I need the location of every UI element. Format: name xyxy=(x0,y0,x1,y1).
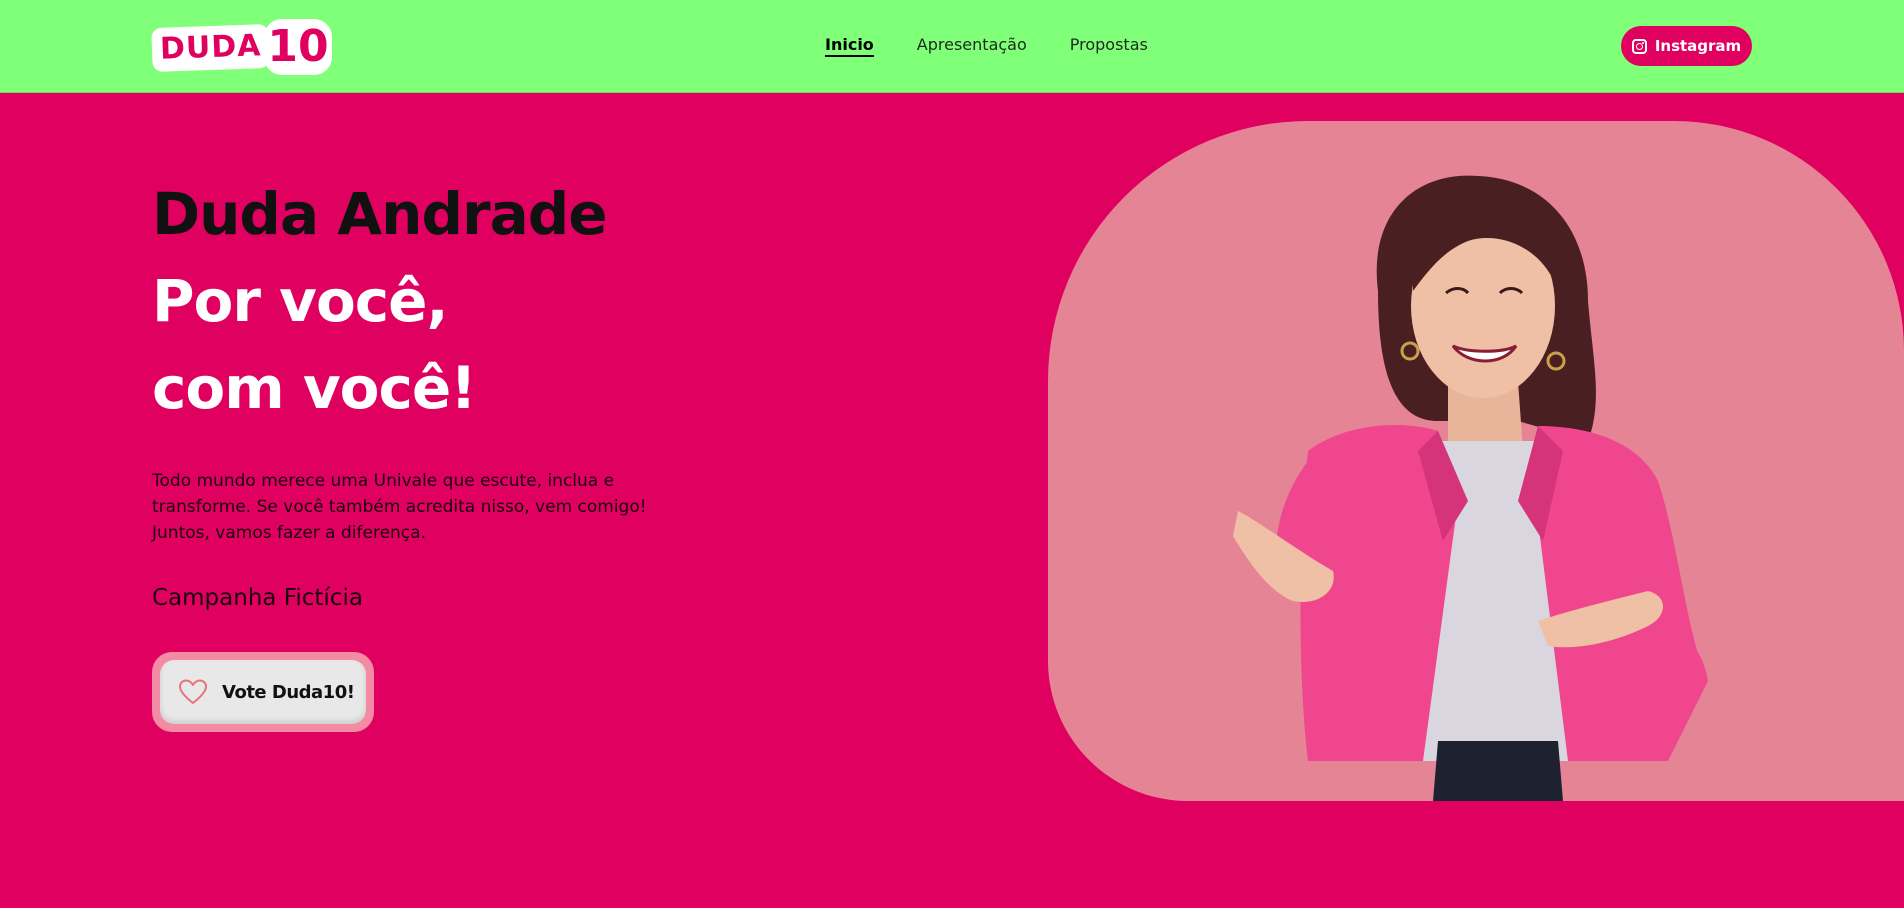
hero-description: Todo mundo merece uma Univale que escute… xyxy=(152,471,647,543)
candidate-name: Duda Andrade xyxy=(152,180,608,248)
logo[interactable]: DUDA 10 xyxy=(151,19,332,75)
vote-button[interactable]: Vote Duda10! xyxy=(152,652,374,732)
main-nav: Inicio Apresentação Propostas xyxy=(825,35,1191,57)
nav-item-inicio[interactable]: Inicio xyxy=(825,35,874,57)
candidate-photo-panel xyxy=(1048,121,1904,801)
instagram-icon xyxy=(1631,38,1647,54)
nav-item-apresentacao[interactable]: Apresentação xyxy=(917,35,1027,57)
instagram-button[interactable]: Instagram xyxy=(1621,26,1752,66)
logo-number: 10 xyxy=(264,19,332,75)
heart-icon xyxy=(179,679,207,704)
slogan-line-2: com você! xyxy=(152,354,477,422)
nav-item-propostas[interactable]: Propostas xyxy=(1070,35,1148,57)
logo-text: DUDA xyxy=(151,23,271,73)
vote-button-inner: Vote Duda10! xyxy=(160,660,366,724)
slogan-line-1: Por você, xyxy=(152,267,449,335)
vote-button-label: Vote Duda10! xyxy=(222,681,355,703)
campaign-note: Campanha Fictícia xyxy=(152,585,363,611)
instagram-button-label: Instagram xyxy=(1654,37,1742,55)
site-header: DUDA 10 Inicio Apresentação Propostas In… xyxy=(0,0,1904,93)
candidate-photo xyxy=(1233,175,1708,801)
